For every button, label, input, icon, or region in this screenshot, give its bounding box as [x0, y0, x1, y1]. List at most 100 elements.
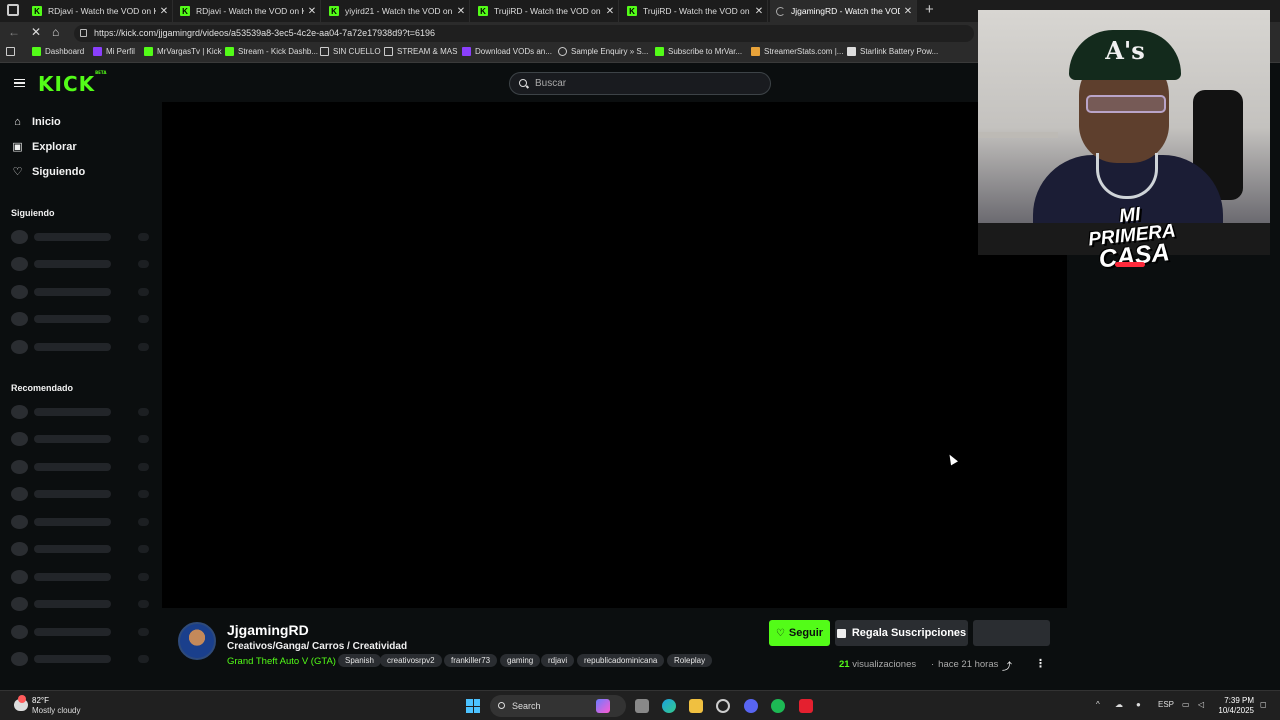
close-tab-icon[interactable]: ✕	[453, 6, 469, 17]
weather-temp[interactable]: 82°F	[32, 696, 49, 705]
bookmark-item[interactable]: Stream - Kick Dashb...	[225, 47, 318, 56]
follow-button[interactable]: ♡ Seguir	[769, 620, 830, 646]
kick-favicon-icon: K	[329, 6, 339, 16]
bookmark-label: Download VODs an...	[475, 47, 552, 56]
opera-icon[interactable]	[799, 699, 813, 713]
tab-title: TrujiRD - Watch the VOD on Kick	[494, 6, 602, 16]
bookmark-item[interactable]: MrVargasTv | Kick	[144, 47, 222, 56]
browser-tab[interactable]: K RDjavi - Watch the VOD on Kick✕	[26, 0, 173, 22]
gift-icon	[836, 628, 846, 638]
microphone-icon[interactable]: ●	[1136, 700, 1141, 709]
loading-spinner-icon	[776, 6, 785, 16]
system-clock[interactable]: 7:39 PM 10/4/2025	[1218, 696, 1254, 716]
folder-icon	[384, 47, 393, 56]
browser-tab[interactable]: Kyiyird21 - Watch the VOD on Kick✕	[323, 0, 470, 22]
stream-category[interactable]: Grand Theft Auto V (GTA)	[227, 656, 336, 667]
settings-app-icon[interactable]	[716, 699, 730, 713]
bookmark-folder[interactable]: SIN CUELLO	[320, 47, 381, 56]
purple-app-icon	[462, 47, 471, 56]
search-icon	[519, 79, 527, 87]
window-menu-icon[interactable]	[7, 4, 19, 16]
close-tab-icon[interactable]: ✕	[602, 6, 618, 17]
sidebar-item-label: Siguiendo	[32, 166, 86, 178]
bookmark-item[interactable]: Starlink Battery Pow...	[847, 47, 938, 56]
cloud-icon[interactable]: ☁	[1115, 700, 1123, 709]
sidebar-toggle-icon[interactable]	[6, 47, 19, 56]
channel-name[interactable]: JjgamingRD	[227, 622, 309, 638]
bookmark-item[interactable]: Download VODs an...	[462, 47, 552, 56]
bookmark-label: Mi Perfil	[106, 47, 135, 56]
windows-start-icon[interactable]	[466, 699, 480, 713]
close-tab-icon[interactable]: ✕	[156, 6, 172, 17]
share-icon[interactable]: ⤴	[1002, 658, 1012, 673]
sidebar-item-explorar[interactable]: ▣ Explorar	[12, 141, 77, 153]
browser-tab[interactable]: K TrujiRD - Watch the VOD on Kick✕	[472, 0, 619, 22]
tag[interactable]: frankiller73	[444, 654, 498, 667]
tag[interactable]: gaming	[500, 654, 541, 667]
spotify-icon[interactable]	[771, 699, 785, 713]
loading-channel-placeholder	[11, 256, 151, 272]
bookmark-item[interactable]: Mi Perfil	[93, 47, 135, 56]
browser-tab[interactable]: K RDjavi - Watch the VOD on Kick✕	[174, 0, 321, 22]
network-icon[interactable]: ▭	[1182, 700, 1190, 709]
tab-title: TrujiRD - Watch the VOD on Kick	[643, 6, 751, 16]
file-explorer-icon[interactable]	[689, 699, 703, 713]
widget-app-icon[interactable]	[596, 699, 610, 713]
loading-channel-placeholder	[11, 486, 151, 502]
recommended-heading: Recomendado	[11, 383, 74, 393]
gift-label: Regala Suscripciones	[851, 627, 967, 639]
weather-desc[interactable]: Mostly cloudy	[32, 706, 80, 715]
loading-channel-placeholder	[11, 431, 151, 447]
bookmark-item[interactable]: Dashboard	[32, 47, 84, 56]
sidebar-item-label: Explorar	[32, 141, 77, 153]
browser-tab-active[interactable]: JjgamingRD - Watch the VOD on✕	[770, 0, 917, 22]
stop-loading-icon[interactable]: ✕	[31, 25, 41, 39]
bookmark-item[interactable]: Sample Enquiry » S...	[558, 47, 648, 56]
tag[interactable]: creativosrpv2	[380, 654, 442, 667]
weather-icon[interactable]	[14, 695, 28, 711]
notification-bell-icon[interactable]: ◻	[1260, 700, 1267, 709]
new-tab-icon[interactable]: +	[925, 1, 934, 18]
close-tab-icon[interactable]: ✕	[900, 6, 916, 17]
heart-icon: ♡	[775, 627, 785, 639]
volume-icon[interactable]: ◁	[1198, 700, 1204, 709]
view-count: 21 visualizaciones	[839, 659, 916, 670]
loading-channel-placeholder	[11, 459, 151, 475]
purple-app-icon	[93, 47, 102, 56]
browser-tab[interactable]: K TrujiRD - Watch the VOD on Kick✕	[621, 0, 768, 22]
show-hidden-icons-icon[interactable]: ^	[1096, 700, 1100, 709]
close-tab-icon[interactable]: ✕	[304, 6, 320, 17]
bookmark-item[interactable]: StreamerStats.com |...	[751, 47, 843, 56]
home-icon: ⌂	[14, 115, 21, 128]
tag[interactable]: Spanish	[338, 654, 381, 667]
bookmark-item[interactable]: Subscribe to MrVar...	[655, 47, 742, 56]
search-input[interactable]: Buscar	[509, 72, 771, 95]
hamburger-menu-icon[interactable]	[14, 79, 25, 87]
discord-icon[interactable]	[744, 699, 758, 713]
tab-title: RDjavi - Watch the VOD on Kick	[48, 6, 156, 16]
back-arrow-icon[interactable]: ←	[8, 25, 20, 39]
sidebar-item-inicio[interactable]: ⌂ Inicio	[12, 116, 61, 128]
edge-browser-icon[interactable]	[662, 699, 676, 713]
more-options-icon[interactable]: ⋮	[1035, 657, 1046, 670]
tag[interactable]: Roleplay	[667, 654, 713, 667]
tag[interactable]: rdjavi	[541, 654, 575, 667]
task-view-icon[interactable]	[635, 699, 649, 713]
loading-channel-placeholder	[11, 229, 151, 245]
tag[interactable]: republicadominicana	[577, 654, 665, 667]
gift-subs-button[interactable]: Regala Suscripciones	[835, 620, 968, 646]
loading-channel-placeholder	[11, 311, 151, 327]
heart-icon: ♡	[12, 165, 23, 178]
home-button-icon[interactable]: ⌂	[52, 25, 59, 39]
channel-avatar[interactable]	[178, 622, 216, 660]
tab-title: RDjavi - Watch the VOD on Kick	[196, 6, 304, 16]
sidebar-item-siguiendo[interactable]: ♡ Siguiendo	[12, 165, 86, 178]
language-indicator[interactable]: ESP	[1158, 700, 1174, 709]
kick-icon	[225, 47, 234, 56]
close-tab-icon[interactable]: ✕	[751, 6, 767, 17]
bookmark-folder[interactable]: STREAM & MAS	[384, 47, 457, 56]
kick-logo[interactable]: KICKBETA	[38, 70, 106, 96]
url-text: https://kick.com/jjgamingrd/videos/a5353…	[94, 28, 435, 38]
url-field[interactable]: https://kick.com/jjgamingrd/videos/a5353…	[74, 25, 974, 42]
video-player[interactable]	[162, 102, 1067, 608]
